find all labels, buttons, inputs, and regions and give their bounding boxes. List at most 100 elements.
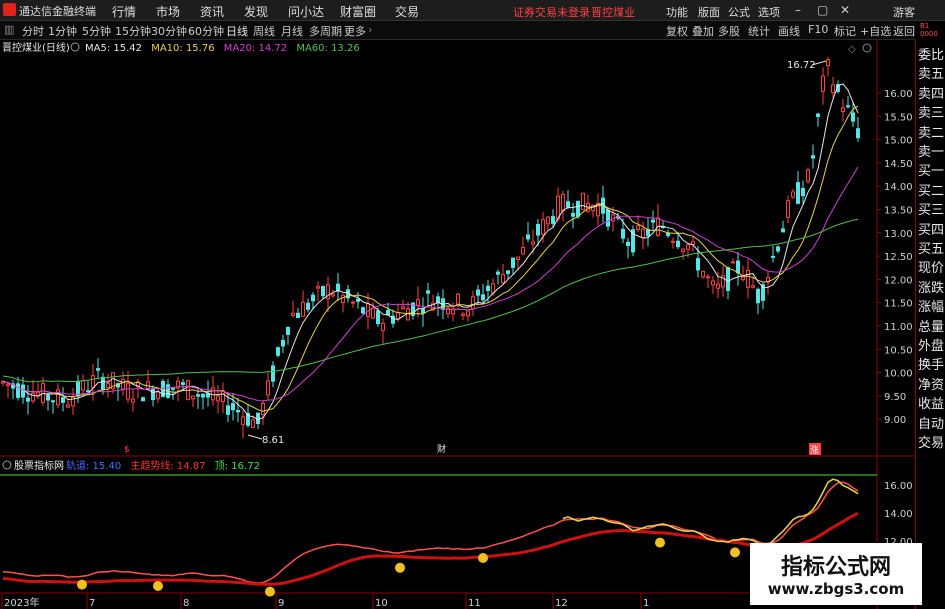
stock-title: 晋控煤业(日线): [2, 41, 70, 54]
maximize-icon[interactable]: ▢: [817, 3, 828, 17]
menu-news[interactable]: 资讯: [200, 3, 224, 20]
side-item[interactable]: 卖五: [918, 63, 944, 82]
period-1min[interactable]: 1分钟: [48, 23, 77, 39]
guest-label[interactable]: 游客: [893, 4, 915, 20]
tool-f10[interactable]: F10: [808, 23, 828, 36]
side-item[interactable]: 卖三: [918, 102, 944, 121]
side-item[interactable]: 买一: [918, 160, 944, 179]
tool-overlay[interactable]: 叠加: [692, 23, 714, 39]
candle-body: [341, 294, 345, 303]
eye-icon[interactable]: [2, 460, 12, 470]
side-item[interactable]: 卖一: [918, 141, 944, 160]
price-tick-label: 13.00: [884, 229, 913, 240]
period-daily[interactable]: 日线: [226, 23, 248, 39]
menu-options[interactable]: 选项: [758, 4, 780, 20]
tool-multi-stock[interactable]: 多股: [718, 23, 740, 39]
menu-trade[interactable]: 交易: [395, 3, 419, 20]
period-intraday[interactable]: 分时: [22, 23, 44, 39]
menu-assistant[interactable]: 问小达: [288, 3, 324, 20]
candle-body: [81, 380, 85, 391]
candle-body: [26, 397, 30, 402]
x-tick-label: 11: [468, 598, 481, 609]
side-item[interactable]: 涨跌: [918, 277, 944, 296]
side-item[interactable]: 收益: [918, 393, 944, 412]
period-60min[interactable]: 60分钟: [188, 23, 224, 39]
side-item[interactable]: 换手: [918, 354, 944, 373]
candle-body: [286, 326, 290, 335]
candle-body: [516, 256, 520, 260]
candle-body: [521, 247, 525, 255]
chevron-right-icon[interactable]: ›: [368, 23, 372, 36]
period-toolbar: ▥ 分时 1分钟 5分钟 15分钟 30分钟 60分钟 日线 周线 月线 多周期…: [0, 21, 915, 40]
candle-body: [821, 75, 825, 92]
login-warning[interactable]: 证券交易未登录: [513, 4, 590, 20]
tool-back[interactable]: 返回: [893, 23, 915, 39]
ma-lines: [2, 83, 859, 421]
eye-icon[interactable]: [70, 42, 80, 52]
price-tick-label: 12.50: [884, 252, 913, 263]
menu-discover[interactable]: 发现: [244, 3, 268, 20]
menu-market[interactable]: 市场: [156, 3, 180, 20]
tool-add-watchlist[interactable]: +自选: [860, 23, 891, 39]
period-monthly[interactable]: 月线: [281, 23, 303, 39]
candle-body: [851, 112, 855, 122]
candle-body: [31, 392, 35, 402]
period-30min[interactable]: 30分钟: [151, 23, 187, 39]
target-icon[interactable]: [862, 43, 872, 53]
menu-layout[interactable]: 版面: [698, 4, 720, 20]
close-icon[interactable]: ✕: [840, 3, 850, 17]
minimize-icon[interactable]: –: [795, 3, 801, 17]
smiley-icon: [265, 586, 275, 597]
split-icon[interactable]: ▥: [4, 23, 14, 36]
side-item[interactable]: 委比: [918, 44, 944, 63]
side-item[interactable]: 买四: [918, 219, 944, 238]
candle-body: [231, 403, 235, 411]
candle-body: [841, 107, 845, 112]
candle-body: [96, 368, 100, 371]
period-weekly[interactable]: 周线: [253, 23, 275, 39]
price-tick-label: 16.00: [884, 89, 913, 100]
side-item[interactable]: 现价: [918, 257, 944, 276]
side-item[interactable]: 卖二: [918, 122, 944, 141]
indicator-trend-label: 主趋势线: 14.87: [130, 459, 205, 472]
candle-body: [551, 216, 555, 224]
period-15min[interactable]: 15分钟: [115, 23, 151, 39]
candle-body: [561, 193, 565, 212]
menu-function[interactable]: 功能: [666, 4, 688, 20]
menu-formula[interactable]: 公式: [728, 4, 750, 20]
candle-body: [471, 296, 475, 310]
diamond-icon[interactable]: ◇: [848, 44, 856, 55]
candle-body: [791, 191, 795, 198]
side-item[interactable]: 卖四: [918, 83, 944, 102]
candle-body: [456, 293, 460, 305]
side-item[interactable]: 买三: [918, 199, 944, 218]
candle-body: [701, 270, 705, 278]
side-item[interactable]: 买二: [918, 180, 944, 199]
side-item[interactable]: 交易: [918, 432, 944, 451]
candle-body: [531, 241, 535, 245]
candle-body: [261, 402, 265, 415]
period-more[interactable]: 更多: [344, 23, 366, 39]
kline-chart[interactable]: 晋控煤业(日线) MA5: 15.42 MA10: 15.76 MA20: 14…: [0, 40, 915, 609]
candle-body: [426, 290, 430, 294]
period-multi[interactable]: 多周期: [309, 23, 342, 39]
event-marker-finance[interactable]: 财: [437, 443, 446, 455]
tool-draw[interactable]: 画线: [778, 23, 800, 39]
menu-quotes[interactable]: 行情: [112, 3, 136, 20]
period-5min[interactable]: 5分钟: [82, 23, 111, 39]
side-item[interactable]: 买五: [918, 238, 944, 257]
tool-mark[interactable]: 标记: [834, 23, 856, 39]
menu-wealth[interactable]: 财富圈: [340, 3, 376, 20]
tool-statistics[interactable]: 统计: [748, 23, 770, 39]
event-marker-dividend[interactable]: $: [124, 445, 130, 455]
side-item[interactable]: 涨幅: [918, 296, 944, 315]
side-item[interactable]: 净资: [918, 374, 944, 393]
candle-body: [501, 274, 505, 284]
side-item[interactable]: 外盘: [918, 335, 944, 354]
side-item[interactable]: 自动: [918, 413, 944, 432]
event-marker-limit-up[interactable]: 涨: [810, 445, 819, 456]
side-item[interactable]: 总量: [918, 316, 944, 335]
tool-adjust[interactable]: 复权: [666, 23, 688, 39]
price-tick-label: 14.50: [884, 159, 913, 170]
candle-body: [6, 383, 10, 387]
